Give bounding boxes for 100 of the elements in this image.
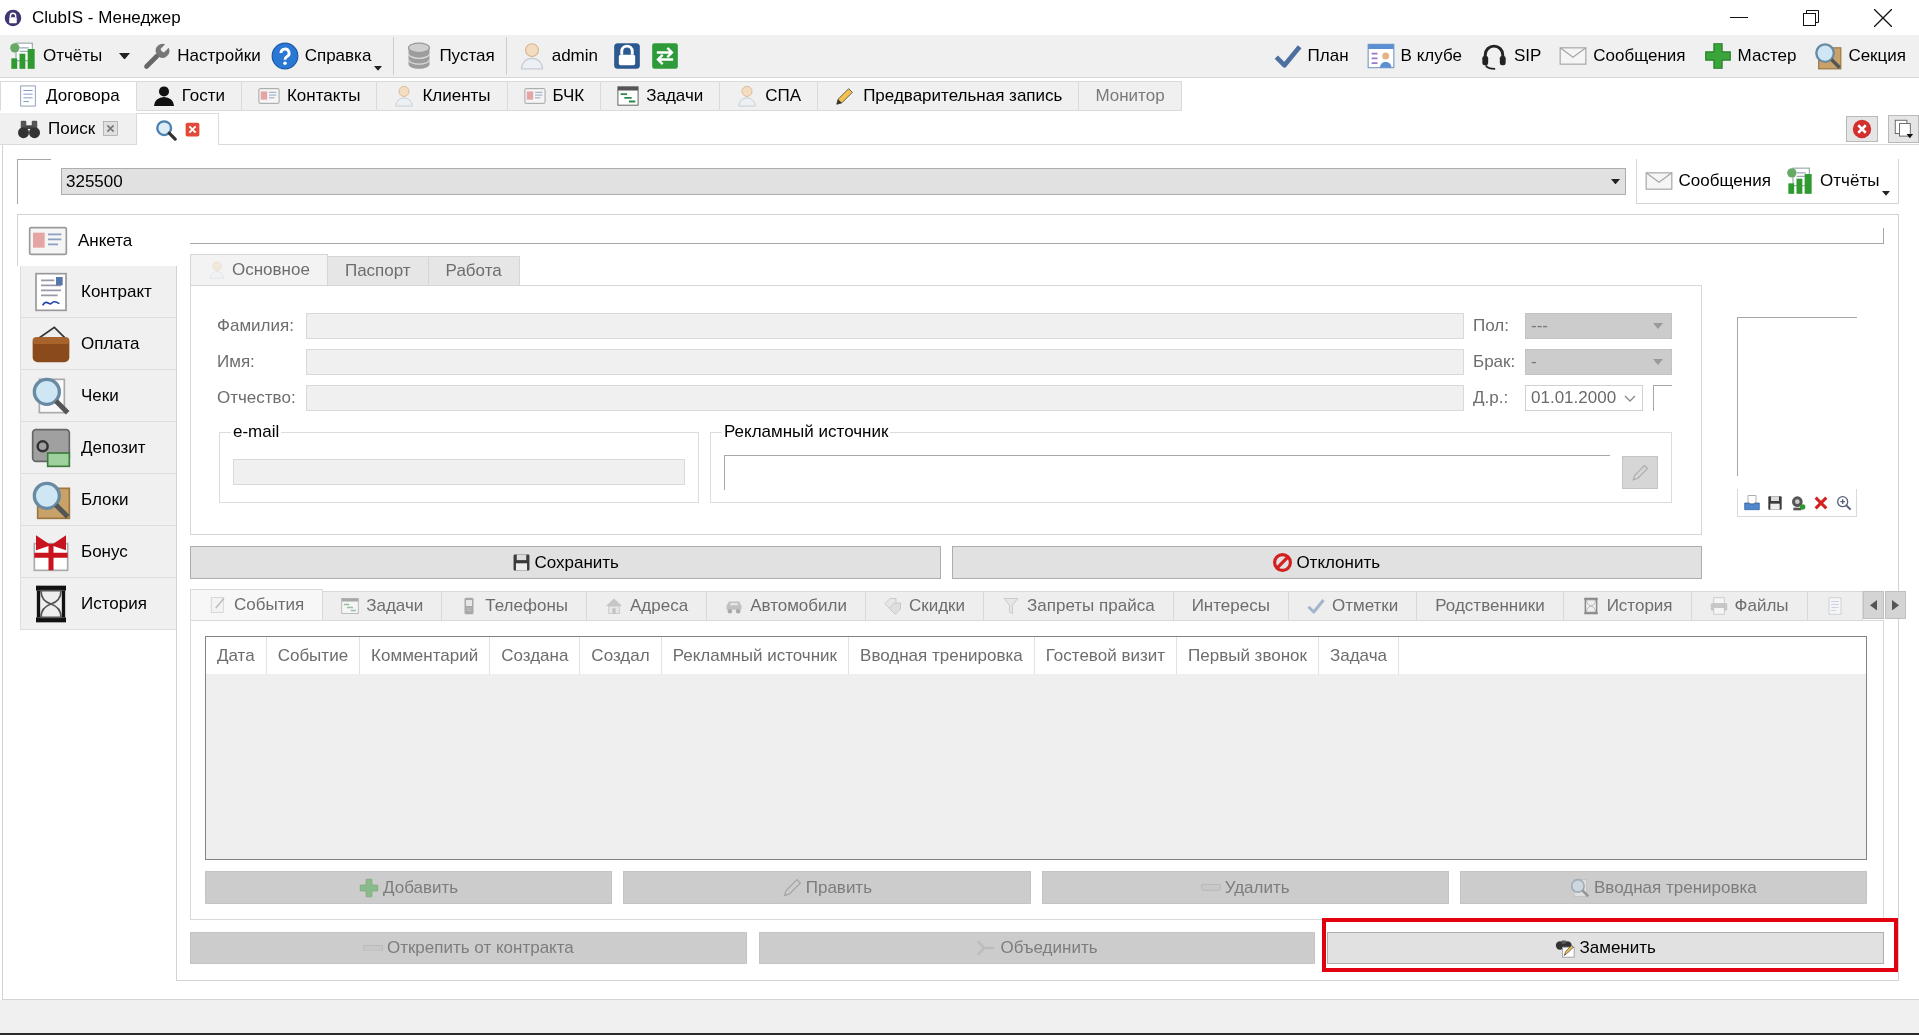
- delete-icon[interactable]: [1813, 494, 1829, 511]
- magnifier-icon: [1570, 877, 1590, 898]
- note-icon: [209, 596, 227, 614]
- document-icon: [17, 85, 39, 107]
- close-icon[interactable]: [1874, 8, 1892, 27]
- hourglass-icon: [1581, 597, 1600, 615]
- toolbar-button[interactable]: admin: [512, 38, 603, 74]
- tab[interactable]: Предварительная запись: [818, 81, 1080, 111]
- tags-icon: [884, 597, 902, 615]
- gantt-chart-icon: [617, 85, 640, 107]
- caret-icon[interactable]: [119, 52, 131, 60]
- field-label: Имя:: [217, 352, 256, 372]
- user-list-icon: [1366, 42, 1395, 70]
- house-icon: [605, 597, 623, 615]
- toolbar-button[interactable]: Сообщения: [1554, 38, 1691, 74]
- person-icon: [208, 261, 226, 279]
- box-magnifier-icon: [31, 479, 71, 520]
- prohibited-icon: [1273, 553, 1293, 572]
- search-combobox[interactable]: 325500: [61, 168, 1626, 195]
- scroll-left-button[interactable]: [1862, 591, 1884, 619]
- checkmark-icon: [1306, 597, 1325, 615]
- padlock-icon[interactable]: [613, 42, 641, 70]
- tab[interactable]: [137, 113, 220, 145]
- text-field[interactable]: [724, 455, 1610, 490]
- caret-icon: [1653, 323, 1663, 329]
- field-label: Брак:: [1473, 352, 1517, 372]
- bar-chart-icon: [1786, 167, 1815, 195]
- field-label: Фамилия:: [217, 316, 295, 336]
- printer-icon: [1709, 597, 1728, 615]
- sidebar-item[interactable]: Депозит: [20, 422, 176, 474]
- toolbar-button[interactable]: Секция: [1809, 38, 1911, 74]
- toolbar-button[interactable]: Сообщения: [1639, 163, 1776, 199]
- tab[interactable]: Договора: [0, 81, 137, 111]
- app-logo-icon: [4, 8, 22, 27]
- magnifier-icon: [31, 375, 71, 416]
- tab[interactable]: Задачи: [601, 81, 721, 111]
- toolbar-button[interactable]: Пустая: [400, 38, 500, 74]
- action-button[interactable]: Отклонить: [951, 546, 1702, 579]
- tab[interactable]: Клиенты: [377, 81, 508, 111]
- binoculars-pencil-icon: [1555, 938, 1576, 958]
- plus-icon: [1703, 42, 1732, 70]
- close-icon: [1852, 118, 1872, 139]
- group-label: e-mail: [232, 422, 281, 442]
- sidebar-item[interactable]: Бонус: [20, 526, 176, 578]
- empty-frame: [1653, 385, 1672, 411]
- window-list-button[interactable]: [1888, 114, 1919, 143]
- gantt-chart-icon: [341, 597, 360, 615]
- sidebar-item[interactable]: Блоки: [20, 474, 176, 526]
- webcam-icon[interactable]: [1790, 494, 1806, 511]
- caret-icon: [1611, 178, 1620, 185]
- left-triangle-icon: [1869, 599, 1877, 611]
- funnel-icon: [1002, 597, 1021, 615]
- pencil-icon: [1631, 463, 1649, 482]
- caret-icon: [374, 66, 383, 71]
- bar-chart-icon: [9, 42, 37, 70]
- sidebar-item[interactable]: Контракт: [20, 266, 176, 318]
- safe-icon: [31, 427, 71, 468]
- headset-icon: [1479, 42, 1508, 70]
- toolbar-button[interactable]: Мастер: [1698, 38, 1802, 74]
- toolbar-button[interactable]: SIP: [1474, 38, 1547, 74]
- action-button[interactable]: Заменить: [1327, 932, 1884, 964]
- field-label: Пол:: [1473, 316, 1510, 336]
- help-icon: [270, 42, 299, 70]
- action-button[interactable]: Сохранить: [190, 546, 941, 579]
- toolbar-button[interactable]: План: [1268, 38, 1354, 74]
- box-magnifier-icon: [1814, 42, 1843, 70]
- person-silhouette-icon: [152, 85, 175, 107]
- sidebar-item[interactable]: Анкета: [17, 214, 177, 266]
- search-icon: [155, 118, 178, 141]
- scroll-right-button[interactable]: [1884, 591, 1906, 619]
- sidebar-item[interactable]: Чеки: [20, 370, 176, 422]
- windows-icon: [1893, 118, 1914, 139]
- toolbar-button[interactable]: Отчёты: [4, 38, 108, 74]
- person-icon: [736, 85, 759, 107]
- person-icon: [393, 85, 416, 107]
- document-icon: [1825, 597, 1844, 615]
- empty-frame: [17, 159, 51, 204]
- group-label: Рекламный источник: [723, 422, 890, 442]
- window-title: ClubIS - Менеджер: [32, 7, 181, 28]
- tab[interactable]: СПА: [720, 81, 819, 111]
- zoom-in-icon[interactable]: [1836, 494, 1852, 511]
- toolbar-button[interactable]: Справка: [265, 38, 388, 74]
- caret-icon: [1653, 359, 1663, 365]
- restore-icon[interactable]: [1803, 9, 1819, 26]
- close-button[interactable]: [1846, 115, 1878, 142]
- pencil-icon: [781, 877, 802, 898]
- toolbar-button[interactable]: В клубе: [1361, 38, 1467, 74]
- toolbar-button[interactable]: Отчёты: [1781, 163, 1896, 199]
- toolbar-button[interactable]: Настройки: [138, 38, 266, 74]
- plus-icon: [359, 877, 380, 898]
- id-card-icon: [523, 85, 546, 107]
- tab[interactable]: БЧК: [507, 81, 602, 111]
- sidebar-item[interactable]: Оплата: [20, 318, 176, 370]
- document-tray-icon[interactable]: [1744, 494, 1760, 511]
- tab[interactable]: Гости: [136, 81, 242, 111]
- sidebar-item[interactable]: История: [20, 578, 176, 630]
- swap-arrows-icon[interactable]: [651, 42, 679, 70]
- wallet-icon: [31, 323, 71, 364]
- tab[interactable]: Контакты: [241, 81, 378, 111]
- tab[interactable]: Поиск: [0, 113, 138, 144]
